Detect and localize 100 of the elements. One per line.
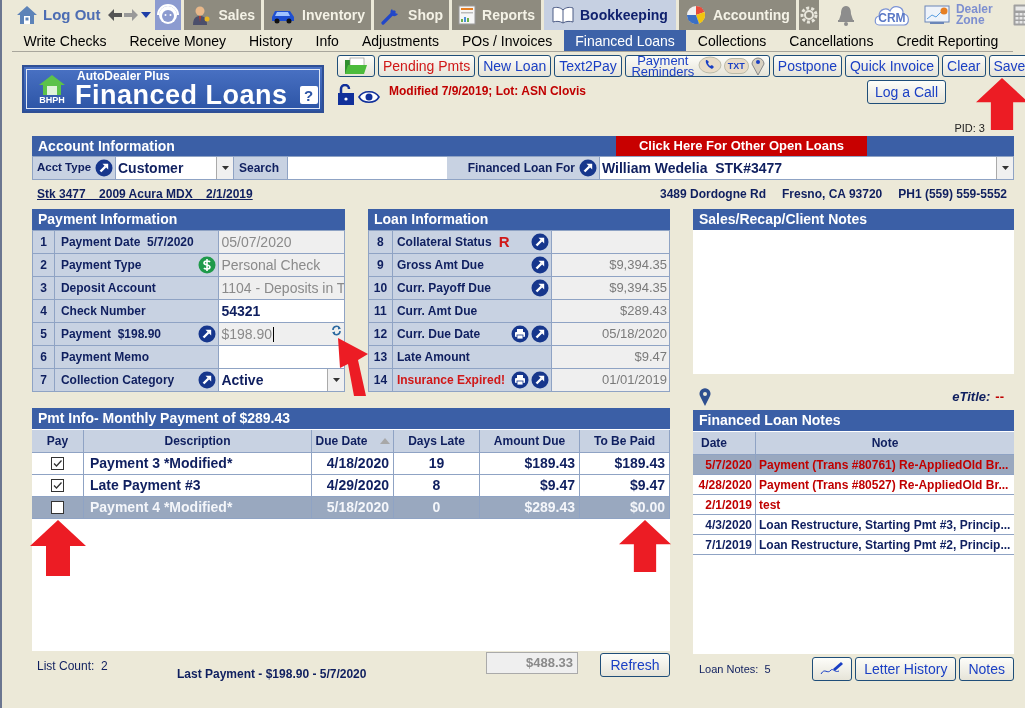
log-call-button[interactable]: Log a Call — [867, 80, 947, 104]
toolbar-button[interactable]: Pending Pmts — [378, 55, 476, 77]
pie-chart-icon — [684, 5, 707, 25]
dropdown-caret-icon[interactable] — [1001, 166, 1009, 170]
reminders-button[interactable]: Payment Reminders TXT — [624, 55, 770, 77]
subnav-tab[interactable]: Adjustments — [350, 30, 451, 51]
toolbar-button[interactable]: Save — [988, 55, 1025, 77]
row-number: 10 — [369, 277, 393, 299]
checkbox[interactable] — [51, 457, 64, 470]
brand-name: AutoDealer Plus — [77, 69, 171, 82]
vehicle-link[interactable]: Stk 3477 2009 Acura MDX 2/1/2019 — [37, 185, 253, 203]
input-field[interactable]: 54321 — [219, 300, 345, 322]
field-label: Acct Type — [36, 160, 93, 176]
printer-icon[interactable] — [511, 325, 530, 343]
acct-type-select[interactable]: Customer — [115, 157, 233, 179]
input-field[interactable] — [219, 346, 345, 368]
subnav-tab[interactable]: Credit Reporting — [884, 30, 1010, 51]
toolbar-button[interactable]: Clear — [942, 55, 986, 77]
row-number: 13 — [369, 346, 393, 368]
nav-tab[interactable]: Bookkeeping — [544, 0, 676, 30]
table-cell-text: Loan Restructure, Starting Pmt #2, Princip... — [759, 536, 1011, 554]
toolbar-button[interactable]: Quick Invoice — [845, 55, 940, 77]
table-cell-text: $9.47 — [539, 476, 575, 495]
crm-button[interactable]: CRM — [872, 3, 911, 27]
checkbox[interactable] — [51, 501, 64, 514]
subnav-tab[interactable]: POs / Invoices — [450, 30, 564, 51]
folder-icon — [344, 57, 368, 75]
toolbar-button[interactable]: Postpone — [772, 55, 842, 77]
contact-text: PH1 (559) 559-5552 — [898, 186, 1007, 203]
table-cell-text: Payment 3 *Modified* — [90, 454, 233, 473]
field-label: Payment Memo — [60, 349, 150, 366]
back-arrow-icon[interactable] — [108, 9, 123, 21]
note-row[interactable]: 7/1/2019 Loan Restructure, Starting Pmt #2, Princip... — [693, 535, 1014, 555]
printer-icon[interactable] — [511, 371, 530, 389]
contact-text: Fresno, CA 93720 — [782, 186, 883, 203]
table-row[interactable]: Late Payment #3 4/29/2020 8 $9.47 $9.47 — [32, 475, 670, 497]
field-label: Payment Date 5/7/2020 — [60, 234, 195, 251]
subnav-tab[interactable]: History — [237, 30, 305, 51]
subnav-tab[interactable]: Financed Loans — [563, 30, 687, 51]
toolbar-button[interactable]: Text2Pay — [554, 55, 622, 77]
subnav-tab[interactable]: Write Checks — [12, 30, 118, 51]
subnav-tab[interactable]: Collections — [686, 30, 778, 51]
bell-icon[interactable] — [835, 4, 856, 26]
row-number: 14 — [369, 369, 393, 391]
table-cell-text: 5/18/2020 — [326, 498, 389, 517]
table-cell-text: $189.43 — [614, 454, 665, 473]
toolbar-button[interactable]: New Loan — [478, 55, 552, 77]
readonly-field: $9,394.35 — [552, 254, 670, 276]
refresh-icon[interactable] — [331, 325, 342, 336]
row-number: 1 — [33, 231, 55, 253]
field-label: Deposit Account — [60, 280, 157, 297]
loan-for-select[interactable]: William Wedelia STK#3477 — [599, 157, 1013, 179]
checkbox[interactable] — [51, 479, 64, 492]
dropdown-caret-icon[interactable] — [332, 378, 340, 382]
settings-icon — [798, 5, 819, 25]
note-row[interactable]: 2/1/2019 test — [693, 495, 1014, 515]
unlock-icon[interactable] — [337, 84, 355, 106]
last-payment-text: Last Payment - $198.90 - 5/7/2020 — [177, 666, 368, 683]
table-cell-text: 2/1/2019 — [705, 496, 752, 514]
column-header[interactable]: Description — [84, 430, 312, 452]
map-pin-icon — [750, 56, 765, 76]
column-header[interactable]: To Be Paid — [580, 430, 670, 452]
settings-tab[interactable] — [798, 0, 819, 30]
subnav-tab[interactable]: Receive Money — [118, 30, 238, 51]
other-loans-button[interactable]: Click Here For Other Open Loans — [616, 136, 867, 156]
folder-button[interactable] — [337, 55, 375, 77]
subnav-tab[interactable]: Info — [304, 30, 351, 51]
table-cell-text: 4/29/2020 — [326, 476, 389, 495]
caret-icon[interactable] — [140, 11, 153, 19]
dollar-icon[interactable] — [198, 256, 217, 274]
footer-button[interactable]: Letter History — [855, 657, 957, 681]
column-header[interactable]: Due Date — [312, 430, 394, 452]
row-number: 2 — [33, 254, 55, 276]
column-header[interactable]: Pay — [32, 430, 84, 452]
dashboard-icon[interactable] — [923, 5, 950, 25]
select-field[interactable]: Active — [219, 369, 345, 391]
table-cell-text: Loan Restructure, Starting Pmt #3, Princip... — [759, 516, 1011, 534]
sort-up-icon — [379, 438, 390, 444]
row-number: 11 — [369, 300, 393, 322]
location-pin-icon[interactable] — [699, 388, 711, 406]
signature-button[interactable] — [812, 657, 853, 681]
footer-button[interactable]: Notes — [959, 657, 1014, 681]
field-label: Payment Type — [60, 257, 143, 274]
column-header[interactable]: Amount Due — [480, 430, 580, 452]
column-header[interactable]: Days Late — [394, 430, 480, 452]
note-row[interactable]: 4/28/2020 Payment (Trans #80527) Re-AppliedOld Br... — [693, 475, 1014, 495]
table-row[interactable]: Payment 3 *Modified* 4/18/2020 19 $189.43 $189.43 — [32, 453, 670, 475]
help-button[interactable]: ? — [299, 86, 318, 104]
search-field[interactable] — [287, 157, 447, 179]
refresh-button[interactable]: Refresh — [600, 653, 670, 677]
logout-link[interactable]: Log Out — [2, 0, 109, 30]
dropdown-caret-icon[interactable] — [221, 166, 229, 170]
eye-icon[interactable] — [358, 90, 380, 104]
note-row[interactable]: 4/3/2020 Loan Restructure, Starting Pmt #3, Princip... — [693, 515, 1014, 535]
table-cell-text: test — [759, 496, 781, 514]
table-cell-text: 4/28/2020 — [698, 476, 752, 494]
panel-title: Pmt Info- Monthly Payment of $289.43 — [37, 409, 291, 428]
subnav-tab[interactable]: Cancellations — [777, 30, 885, 51]
table-cell-text: 7/1/2019 — [705, 536, 752, 554]
annotation-arrow — [617, 520, 673, 572]
